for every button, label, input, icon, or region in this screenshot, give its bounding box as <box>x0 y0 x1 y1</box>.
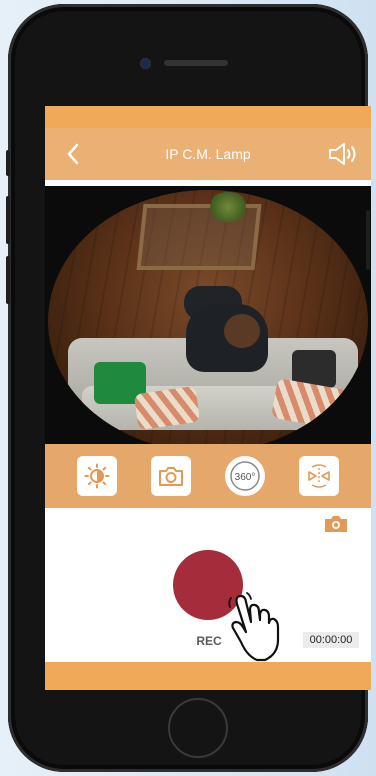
controls-bar: 360° <box>45 444 371 508</box>
chevron-left-icon <box>67 143 79 165</box>
snapshot-small-button[interactable] <box>323 514 349 534</box>
volume-up-button <box>6 196 10 244</box>
flip-button[interactable] <box>299 456 339 496</box>
view-360-button[interactable]: 360° <box>225 456 265 496</box>
earpiece <box>164 60 228 66</box>
phone-frame: IP C.M. Lamp 360° REC 00:00:00 <box>8 4 371 772</box>
bottom-strip <box>45 662 371 690</box>
brightness-button[interactable] <box>77 456 117 496</box>
person-head <box>224 314 260 348</box>
speaker-icon <box>329 143 356 165</box>
app-header: IP C.M. Lamp <box>45 128 371 180</box>
snapshot-button[interactable] <box>151 456 191 496</box>
back-button[interactable] <box>61 140 85 168</box>
status-strip <box>45 106 371 128</box>
sound-button[interactable] <box>327 138 361 170</box>
hand-pointer-icon <box>228 592 280 662</box>
camera-feed[interactable] <box>45 186 371 444</box>
svg-text:360°: 360° <box>235 472 256 483</box>
front-camera <box>140 58 151 69</box>
record-label: REC <box>196 634 222 648</box>
record-timer: 00:00:00 <box>303 632 359 648</box>
fisheye-image <box>48 190 368 444</box>
plant <box>208 192 248 222</box>
brightness-icon <box>84 463 110 489</box>
power-button <box>366 210 370 270</box>
home-button[interactable] <box>168 698 228 758</box>
volume-down-button <box>6 256 10 304</box>
camera-icon <box>325 516 347 532</box>
mute-switch <box>6 150 10 176</box>
app-screen: IP C.M. Lamp 360° REC 00:00:00 <box>45 106 371 690</box>
360-icon: 360° <box>230 461 260 491</box>
flip-icon <box>308 464 330 488</box>
page-title: IP C.M. Lamp <box>165 146 251 162</box>
camera-icon <box>159 467 183 486</box>
